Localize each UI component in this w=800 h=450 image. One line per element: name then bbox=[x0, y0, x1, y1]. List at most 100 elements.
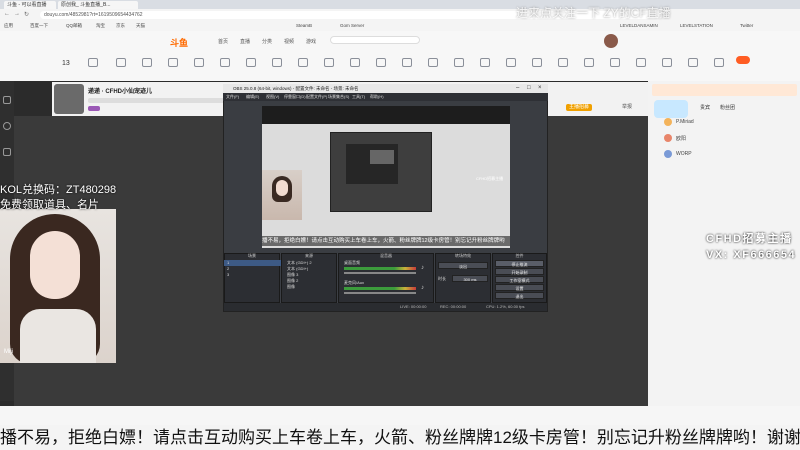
viewer-name[interactable]: WORP bbox=[676, 151, 692, 157]
nav-icon[interactable] bbox=[324, 58, 334, 67]
tab-vip[interactable]: 贵宾 bbox=[700, 104, 710, 111]
recruit-text: CFHD招募主播 bbox=[706, 233, 793, 245]
nav-icon[interactable] bbox=[558, 58, 568, 67]
volume-slider[interactable] bbox=[344, 292, 416, 294]
obs-menu-item[interactable]: 场景集合(S) bbox=[328, 94, 349, 100]
obs-menu-item[interactable]: 编辑(E) bbox=[246, 94, 259, 100]
browser-tab[interactable]: 原创我_ 斗鱼直播_B... bbox=[58, 1, 138, 9]
transition-select[interactable]: 淡出 bbox=[438, 262, 488, 269]
nav-icon[interactable] bbox=[688, 58, 698, 67]
top-watermark: 进来点关注一下 ZY的CF直播 bbox=[516, 6, 671, 20]
notification-badge[interactable] bbox=[736, 56, 750, 64]
nav-video[interactable]: 视频 bbox=[284, 38, 294, 45]
bookmark[interactable]: LEVELSTATION bbox=[680, 22, 713, 30]
avatar[interactable] bbox=[604, 34, 618, 48]
nav-icon[interactable] bbox=[220, 58, 230, 67]
close-icon[interactable]: × bbox=[538, 85, 542, 91]
nav-icon[interactable] bbox=[88, 58, 98, 67]
kol-code-text: KOL兑换码：ZT480298 bbox=[0, 184, 117, 196]
obs-menu-item[interactable]: 帮助(H) bbox=[370, 94, 384, 100]
nav-icon[interactable] bbox=[610, 58, 620, 67]
maximize-icon[interactable]: □ bbox=[527, 85, 531, 91]
studio-mode-button[interactable]: 工作室模式 bbox=[495, 276, 544, 283]
forward-icon[interactable]: → bbox=[14, 11, 20, 17]
source-item[interactable]: 图像 bbox=[284, 284, 327, 290]
level-badge bbox=[88, 106, 100, 111]
nav-icon[interactable] bbox=[636, 58, 646, 67]
nav-icon[interactable] bbox=[480, 58, 490, 67]
minimize-icon[interactable]: – bbox=[516, 85, 519, 91]
viewer-avatar[interactable] bbox=[664, 118, 672, 126]
nav-home[interactable]: 首页 bbox=[218, 38, 228, 45]
bookmark[interactable]: LEVELDANSAMIN bbox=[620, 22, 658, 30]
nav-icon[interactable] bbox=[714, 58, 724, 67]
bookmark[interactable]: Gom Server bbox=[340, 22, 364, 30]
back-icon[interactable]: ← bbox=[4, 11, 10, 17]
nav-icon[interactable] bbox=[272, 58, 282, 67]
bookmark[interactable]: 京东 bbox=[116, 22, 125, 30]
nav-game[interactable]: 游戏 bbox=[306, 38, 316, 45]
nav-icon[interactable] bbox=[584, 58, 594, 67]
start-recording-button[interactable]: 开始录制 bbox=[495, 268, 544, 275]
nav-icon[interactable] bbox=[298, 58, 308, 67]
bottom-toolbar bbox=[0, 406, 800, 425]
bookmark[interactable]: 天猫 bbox=[136, 22, 145, 30]
report-link[interactable]: 举报 bbox=[622, 104, 632, 111]
recruit-badge[interactable]: 主播招募 bbox=[566, 104, 593, 111]
nav-icon[interactable] bbox=[376, 58, 386, 67]
speaker-icon[interactable]: ♪ bbox=[421, 285, 424, 291]
obs-menu-item[interactable]: 视图(V) bbox=[266, 94, 279, 100]
nav-icon[interactable] bbox=[168, 58, 178, 67]
nav-icon[interactable] bbox=[246, 58, 256, 67]
site-logo[interactable]: 斗鱼 bbox=[170, 36, 188, 49]
audio-meter bbox=[344, 267, 416, 270]
nav-icon[interactable] bbox=[116, 58, 126, 67]
obs-menu-item[interactable]: 配置文件(P) bbox=[306, 94, 327, 100]
promo-badge[interactable] bbox=[654, 100, 688, 118]
exit-button[interactable]: 退出 bbox=[495, 292, 544, 299]
stop-streaming-button[interactable]: 停止推流 bbox=[495, 260, 544, 267]
obs-menu-item[interactable]: 工具(T) bbox=[352, 94, 365, 100]
nav-icon[interactable] bbox=[662, 58, 672, 67]
bookmark[interactable]: 淘宝 bbox=[96, 22, 105, 30]
volume-slider[interactable] bbox=[344, 272, 416, 274]
nav-icon[interactable] bbox=[428, 58, 438, 67]
bookmark[interactable]: SteamB bbox=[296, 22, 312, 30]
scene-item[interactable]: 3 bbox=[224, 272, 283, 278]
browser-tab[interactable]: 斗鱼 - 可以看直播 bbox=[4, 1, 56, 9]
tab-fans[interactable]: 粉丝团 bbox=[720, 104, 735, 111]
nav-icon[interactable] bbox=[532, 58, 542, 67]
bookmark[interactable]: 百度一下 bbox=[30, 22, 48, 30]
nav-category[interactable]: 分类 bbox=[262, 38, 272, 45]
bookmark[interactable]: QQ邮箱 bbox=[66, 22, 82, 30]
nav-icon[interactable] bbox=[350, 58, 360, 67]
category-icon[interactable] bbox=[3, 148, 11, 156]
settings-button[interactable]: 设置 bbox=[495, 284, 544, 291]
nav-icon[interactable] bbox=[454, 58, 464, 67]
duration-input[interactable]: 300 ms bbox=[452, 275, 488, 282]
nav-icon[interactable] bbox=[402, 58, 412, 67]
bookmark[interactable]: Twitter bbox=[740, 22, 753, 30]
nested-ticker: 播不易，拒绝白嫖！请点击互动购买上车卷上车，火箭、粉丝牌牌12级卡房管！别忘记升… bbox=[262, 236, 510, 246]
nested-browser-header bbox=[262, 106, 510, 124]
search-input[interactable] bbox=[330, 36, 420, 44]
obs-sources-title: 来源 bbox=[305, 253, 313, 258]
reload-icon[interactable]: ↻ bbox=[24, 11, 29, 18]
right-panel-banner[interactable] bbox=[652, 84, 797, 96]
viewer-avatar[interactable] bbox=[664, 134, 672, 142]
bookmark[interactable]: 应用 bbox=[4, 22, 13, 30]
streamer-avatar[interactable] bbox=[54, 84, 84, 114]
obs-menu-item[interactable]: 停靠窗口(D) bbox=[284, 94, 306, 100]
viewer-name[interactable]: 欧阳 bbox=[676, 135, 686, 142]
home-icon[interactable] bbox=[3, 96, 11, 104]
nav-icon[interactable] bbox=[142, 58, 152, 67]
obs-menu-item[interactable]: 文件(F) bbox=[226, 94, 239, 100]
nav-live[interactable]: 直播 bbox=[240, 38, 250, 45]
follow-icon[interactable] bbox=[3, 122, 11, 130]
viewer-avatar[interactable] bbox=[664, 150, 672, 158]
nav-icon[interactable] bbox=[506, 58, 516, 67]
speaker-icon[interactable]: ♪ bbox=[421, 265, 424, 271]
obs-scenes-title: 场景 bbox=[248, 253, 256, 258]
nav-icon[interactable] bbox=[194, 58, 204, 67]
viewer-name[interactable]: P.Miriad bbox=[676, 119, 694, 125]
